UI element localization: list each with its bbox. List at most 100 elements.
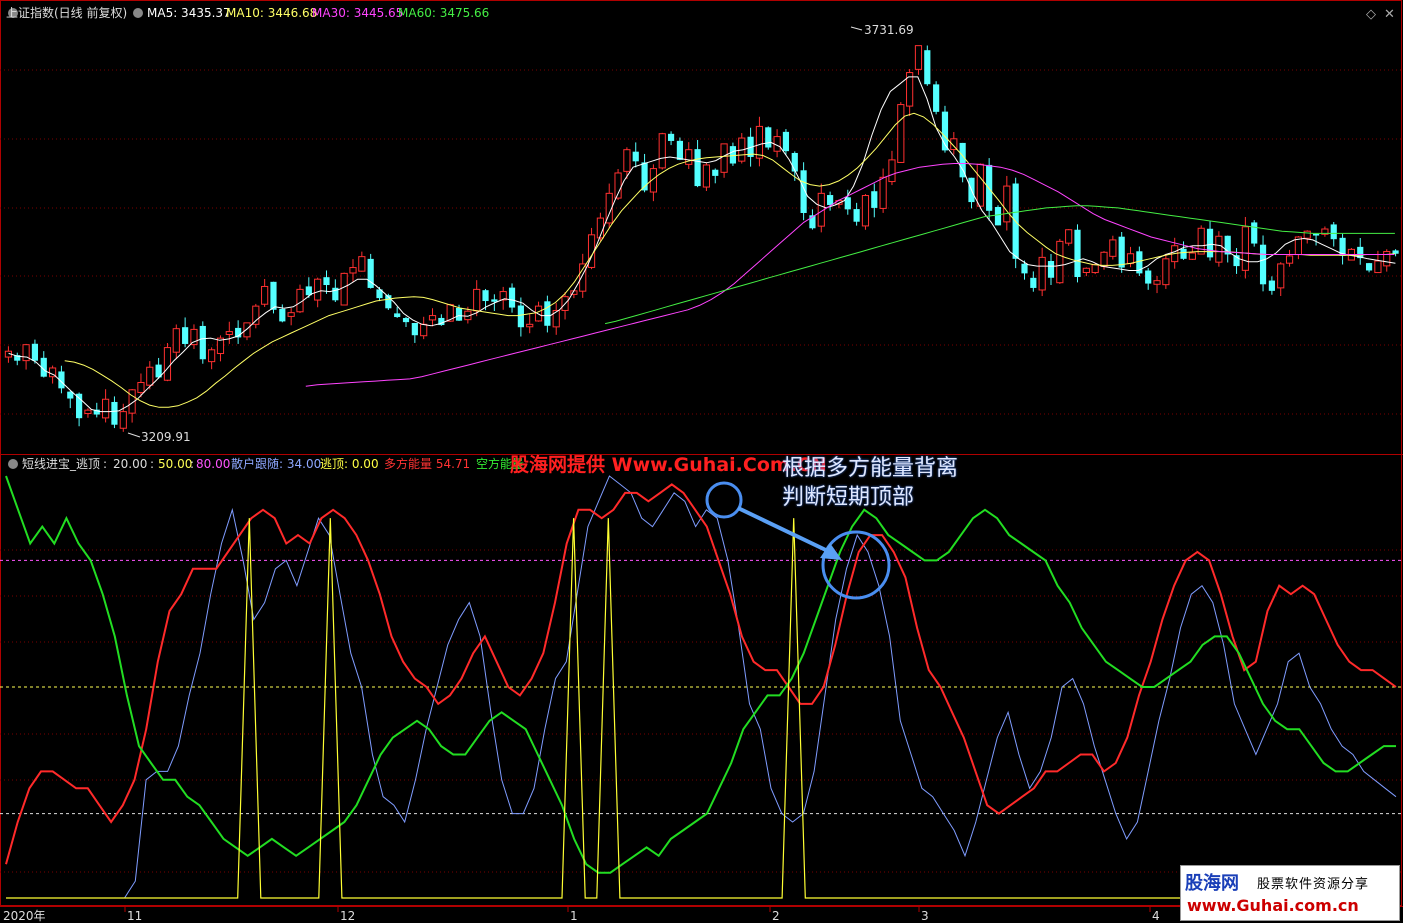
candle-body <box>31 343 39 361</box>
candle-body <box>76 393 83 419</box>
candle-body <box>517 305 524 328</box>
candle-body <box>1330 224 1337 240</box>
candle-body <box>729 146 737 164</box>
candle-body <box>994 206 1002 226</box>
sanhu-label: 散户跟随: 34.00 <box>231 456 321 471</box>
candle-body <box>182 327 189 344</box>
menu-icon[interactable] <box>133 8 143 18</box>
series-散户跟随 <box>6 475 1397 899</box>
watermark-url: www.Guhai.com.cn <box>1187 896 1359 915</box>
candle-body <box>146 366 154 386</box>
candle-body <box>428 315 437 321</box>
candle-body <box>420 323 428 337</box>
candle-body <box>1100 251 1108 267</box>
ma-lines <box>8 76 1396 413</box>
candle-body <box>1109 239 1117 257</box>
svg-text::: : <box>103 457 107 471</box>
candle-body <box>827 195 834 205</box>
ma30-line <box>305 163 1395 387</box>
window-diamond-icon[interactable]: ◇ <box>1366 7 1376 22</box>
indicator-param-2: 50.00 <box>158 457 192 471</box>
candle-body <box>172 328 180 353</box>
indicator-collapse-icon[interactable] <box>8 459 18 469</box>
candle-body <box>1021 263 1028 274</box>
series-多方能量 <box>5 483 1397 865</box>
arrow-head <box>820 543 842 560</box>
taoding-label: 逃顶: 0.00 <box>320 457 379 471</box>
candle-body <box>1003 185 1011 223</box>
candle-body <box>137 382 145 393</box>
candle-body <box>1188 252 1196 260</box>
candle-body <box>394 313 401 318</box>
candle-body <box>323 277 330 286</box>
candle-body <box>959 142 966 178</box>
candle-body <box>871 191 878 208</box>
annotation-line-2: 判断短期顶部 <box>782 485 915 510</box>
candle-body <box>914 45 923 70</box>
candle-body <box>579 263 587 292</box>
candle-body <box>1091 264 1099 274</box>
candle-body <box>1215 235 1223 263</box>
main-grid <box>0 69 1403 415</box>
x-tick-label: 11 <box>127 909 142 923</box>
candle-body <box>755 125 764 159</box>
candle-body <box>782 131 790 152</box>
candle-body <box>225 331 233 335</box>
annotation-text: 根据多方能量背离 判断短期顶部 <box>782 454 958 512</box>
candle-body <box>853 209 860 222</box>
candle-body <box>712 169 719 176</box>
candle-body <box>1374 260 1382 274</box>
candle-body <box>976 163 984 207</box>
candle-body <box>491 299 498 302</box>
x-tick-label: 12 <box>340 909 355 923</box>
svg-text::: : <box>150 457 154 471</box>
overlay-credit: 股海网提供 Www.Guhai.Com.CN <box>510 454 827 476</box>
candle-body <box>1312 233 1320 236</box>
candle-body <box>119 411 127 429</box>
candle-body <box>163 347 172 381</box>
low-label: 3209.91 <box>141 430 191 444</box>
candle-body <box>720 143 728 173</box>
main-title: 上证指数(日线 前复权) <box>6 5 127 20</box>
svg-text::: : <box>190 457 194 471</box>
candle-body <box>508 287 516 308</box>
ma10-label: MA10: 3446.68 <box>226 6 317 20</box>
candle-body <box>1303 230 1311 239</box>
candle-body <box>1392 250 1399 254</box>
duofang-label: 多方能量 54.71 <box>384 456 470 471</box>
candle-body <box>208 349 216 363</box>
annotation-line-1: 根据多方能量背离 <box>782 456 959 481</box>
candle-body <box>694 149 701 187</box>
window-close-icon[interactable]: ✕ <box>1384 7 1395 22</box>
ma30-label: MA30: 3445.65 <box>312 6 403 20</box>
candle-body <box>102 398 110 419</box>
candle-body <box>1268 280 1275 291</box>
candle-body <box>1065 229 1073 244</box>
x-tick-label: 1 <box>570 909 578 923</box>
candle-body <box>1074 229 1081 278</box>
low-pointer <box>127 432 141 438</box>
candle-body <box>411 322 418 336</box>
high-label: 3731.69 <box>864 23 914 37</box>
candle-body <box>1277 263 1285 289</box>
ma5-line <box>8 76 1396 413</box>
ma60-label: MA60: 3475.66 <box>398 6 489 20</box>
x-tick-label: 2020年 <box>3 909 46 923</box>
high-pointer <box>850 26 863 31</box>
candle-body <box>1285 255 1294 264</box>
candle-body <box>1241 226 1249 271</box>
candle-body <box>544 301 551 326</box>
candle-body <box>1047 261 1055 278</box>
candle-body <box>1383 251 1391 267</box>
candle-body <box>1251 222 1258 244</box>
candle-body <box>199 325 206 360</box>
candle-body <box>933 84 940 112</box>
candle-body <box>314 278 322 301</box>
candle-body <box>526 323 534 328</box>
indicator-param-1: 20.00 <box>113 457 147 471</box>
candle-body <box>861 195 870 227</box>
candle-body <box>702 164 711 188</box>
candle-body <box>340 272 348 306</box>
annotation-arrow <box>737 506 833 555</box>
watermark-tag: 股票软件资源分享 <box>1257 877 1370 892</box>
